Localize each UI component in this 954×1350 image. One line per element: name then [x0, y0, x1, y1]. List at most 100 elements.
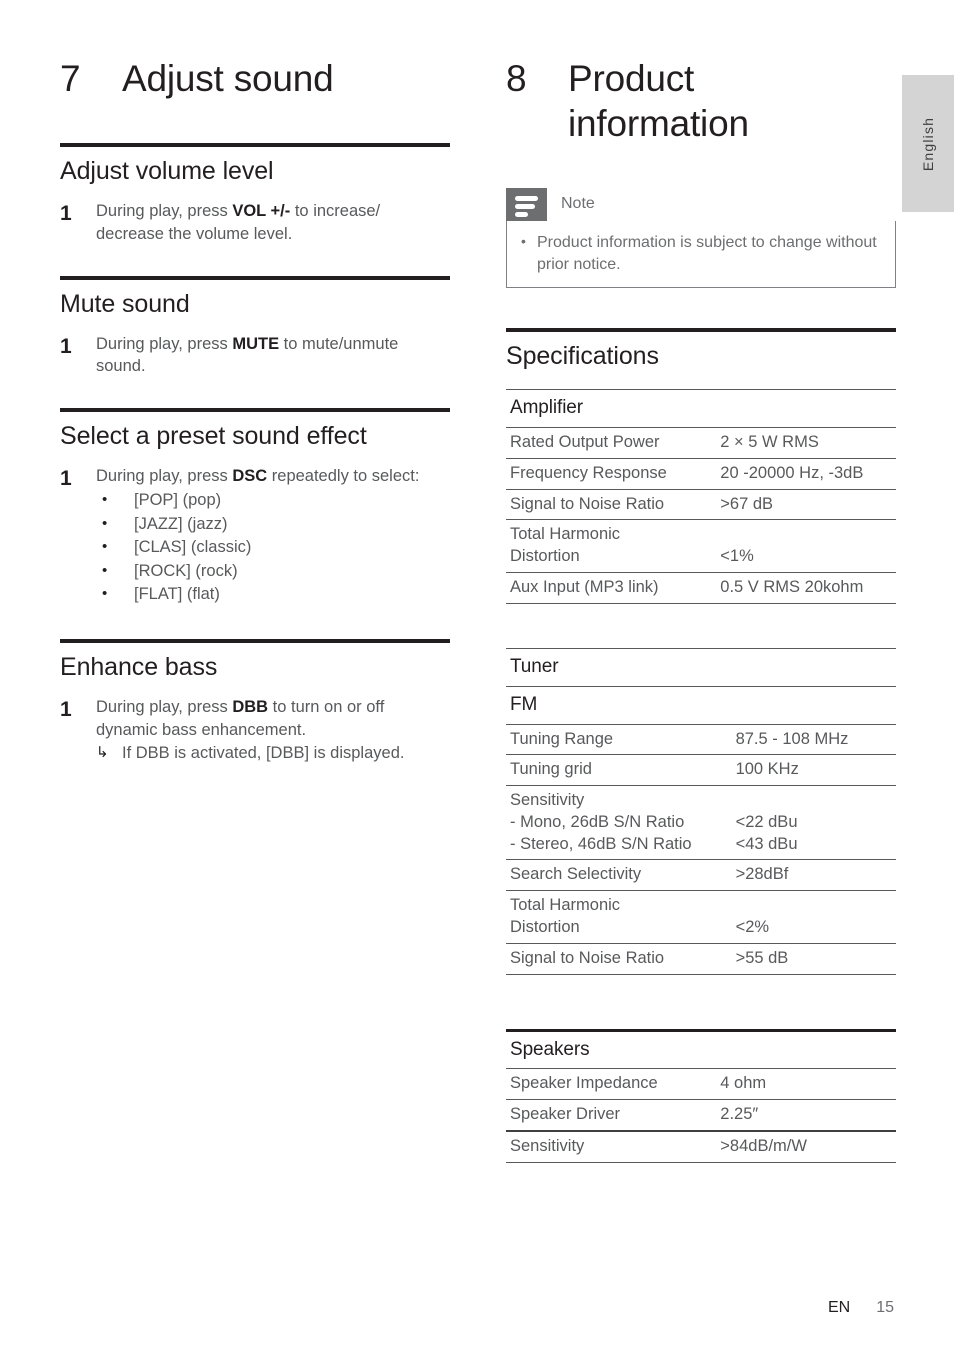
- spec-value: >55 dB: [731, 942, 896, 974]
- spec-table-end-rule: [506, 603, 896, 605]
- step-key-label: DBB: [232, 697, 269, 716]
- spec-table: Rated Output Power 2 × 5 W RMS Frequency…: [506, 427, 896, 604]
- table-row: Aux Input (MP3 link) 0.5 V RMS 20kohm: [506, 572, 896, 604]
- list-item: • [CLAS] (classic): [96, 536, 450, 560]
- step-item: 1 During play, press VOL +/- to increase…: [60, 200, 450, 246]
- section-heading: Select a preset sound effect: [60, 422, 367, 451]
- spec-value: 87.5 - 108 MHz: [731, 723, 896, 755]
- section-enhance-bass: Enhance bass 1 During play, press DBB to…: [60, 638, 450, 766]
- chapter-heading-8: 8 Product information: [506, 56, 896, 146]
- spec-value: 0.5 V RMS 20kohm: [716, 572, 896, 604]
- note-header: Note: [506, 188, 896, 222]
- chapter-number: 8: [506, 58, 527, 99]
- spec-block-tuner: Tuner FM Tuning Range 87.5 - 108 MHz Tun…: [506, 648, 896, 975]
- spec-value: >84dB/m/W: [716, 1129, 896, 1162]
- section-rule: [60, 143, 450, 148]
- spec-value: 2.25″: [716, 1099, 896, 1131]
- spec-value: <22 dBu <43 dBu: [731, 785, 896, 860]
- table-row: Total Harmonic Distortion <2%: [506, 890, 896, 944]
- chapter-title: Adjust sound: [122, 58, 334, 99]
- step-text-pre: During play, press: [96, 697, 233, 716]
- step-number: 1: [60, 697, 72, 721]
- spec-value: <1%: [716, 519, 896, 573]
- list-item-label: [POP] (pop): [134, 490, 222, 509]
- table-row: Speaker Impedance 4 ohm: [506, 1068, 896, 1100]
- table-row: Tuning Range 87.5 - 108 MHz: [506, 723, 896, 755]
- spec-value: 2 × 5 W RMS: [716, 427, 896, 459]
- spec-key: Sensitivity: [506, 1129, 717, 1162]
- spec-key: Aux Input (MP3 link): [506, 572, 717, 604]
- section-adjust-volume-level: Adjust volume level 1 During play, press…: [60, 143, 450, 246]
- table-row: Search Selectivity >28dBf: [506, 859, 896, 891]
- step-key-label: MUTE: [232, 334, 280, 353]
- section-rule: [60, 408, 450, 413]
- table-row: Sensitivity >84dB/m/W: [506, 1129, 896, 1162]
- manual-page: 7 Adjust sound Adjust volume level 1 Dur…: [0, 0, 954, 1350]
- section-rule: [506, 328, 896, 333]
- step-number: 1: [60, 467, 72, 491]
- spec-key: Speaker Impedance: [506, 1068, 717, 1100]
- step-text-pre: During play, press: [96, 467, 233, 486]
- step-text-post: repeatedly to select:: [267, 467, 420, 486]
- list-item-label: [ROCK] (rock): [134, 561, 238, 580]
- spec-value: 20 -20000 Hz, -3dB: [716, 457, 896, 490]
- spec-value: >67 dB: [716, 488, 896, 520]
- spec-block-heading: Tuner: [510, 656, 559, 678]
- step-number: 1: [60, 202, 72, 226]
- table-row: Tuning grid 100 KHz: [506, 754, 896, 786]
- section-mute-sound: Mute sound 1 During play, press MUTE to …: [60, 275, 450, 379]
- bullet-marker: •: [102, 585, 108, 603]
- section-rule: [60, 638, 450, 643]
- spec-block-amplifier: Amplifier Rated Output Power 2 × 5 W RMS…: [506, 389, 896, 605]
- spec-key: Speaker Driver: [506, 1099, 717, 1131]
- bullet-marker: •: [521, 233, 526, 250]
- table-row: Signal to Noise Ratio >55 dB: [506, 942, 896, 974]
- bullet-marker: •: [102, 561, 108, 579]
- section-heading: Enhance bass: [60, 652, 218, 681]
- step-text-pre: During play, press: [96, 202, 233, 221]
- list-item-label: [CLAS] (classic): [134, 538, 252, 557]
- spec-key: Total Harmonic Distortion: [506, 519, 717, 573]
- bullet-marker: •: [102, 538, 108, 556]
- specifications-section: Specifications Amplifier Rated Output Po…: [506, 328, 896, 1163]
- spec-value: >28dBf: [731, 859, 896, 891]
- step-number: 1: [60, 334, 72, 358]
- page-columns: 7 Adjust sound Adjust volume level 1 Dur…: [0, 0, 954, 1173]
- note-callout: Note • Product information is subject to…: [506, 188, 896, 289]
- spec-key: Search Selectivity: [506, 859, 732, 891]
- spec-table-end-rule: [506, 973, 896, 975]
- arrow-icon: ↳: [96, 744, 109, 762]
- note-body: • Product information is subject to chan…: [506, 221, 896, 289]
- chapter-title-line2: information: [568, 103, 749, 145]
- list-item-label: [JAZZ] (jazz): [134, 514, 228, 533]
- step-subnote-text: If DBB is activated, [DBB] is displayed.: [122, 744, 405, 763]
- step-text: During play, press VOL +/- to increase/ …: [96, 200, 450, 246]
- step-item: 1 During play, press DSC repeatedly to s…: [60, 465, 450, 607]
- spec-key: Signal to Noise Ratio: [506, 942, 732, 974]
- step-text: During play, press MUTE to mute/unmute s…: [96, 333, 450, 379]
- table-row: Speaker Driver 2.25″: [506, 1099, 896, 1131]
- chapter-title: Product information: [568, 56, 896, 146]
- table-row: Rated Output Power 2 × 5 W RMS: [506, 427, 896, 459]
- bullet-marker: •: [102, 490, 108, 508]
- step-key-label: DSC: [232, 467, 268, 486]
- chapter-title-line1: Product: [568, 58, 695, 99]
- language-side-tab: English: [902, 75, 954, 212]
- list-item: • [JAZZ] (jazz): [96, 513, 450, 537]
- section-heading: Mute sound: [60, 289, 190, 318]
- section-rule: [60, 275, 450, 280]
- spec-key: Total Harmonic Distortion: [506, 890, 732, 944]
- step-text: During play, press DSC repeatedly to sel…: [96, 465, 450, 607]
- spec-key: Tuning Range: [506, 723, 732, 755]
- language-side-tab-label: English: [920, 116, 936, 171]
- spec-block-heading: Speakers: [510, 1038, 590, 1060]
- specifications-heading: Specifications: [506, 342, 659, 371]
- note-bullet-row: • Product information is subject to chan…: [521, 232, 881, 275]
- bullet-marker: •: [102, 514, 108, 532]
- chapter-number: 7: [60, 58, 81, 99]
- list-item: • [FLAT] (flat): [96, 583, 450, 607]
- note-text: Product information is subject to change…: [537, 234, 877, 273]
- table-row: Frequency Response 20 -20000 Hz, -3dB: [506, 457, 896, 490]
